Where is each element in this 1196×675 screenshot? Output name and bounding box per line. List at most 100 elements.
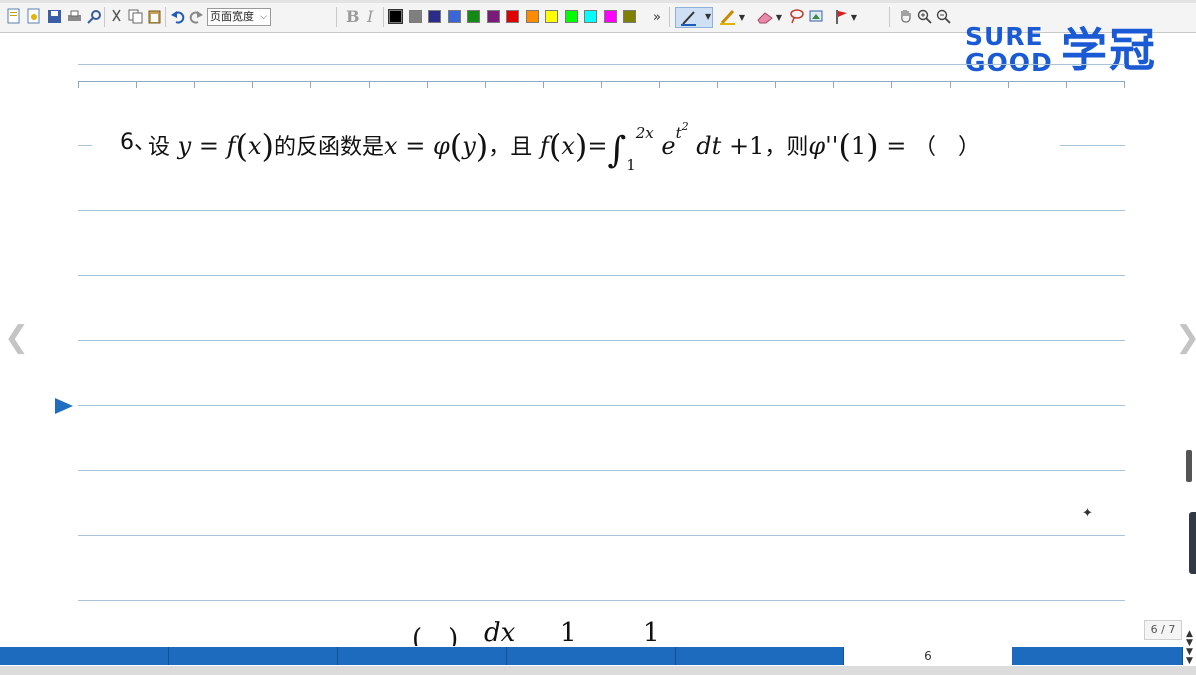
bold-button[interactable]: B	[346, 7, 360, 26]
color-swatch[interactable]	[545, 10, 558, 23]
chevron-down-icon: ▼	[850, 12, 858, 22]
color-swatch[interactable]	[467, 10, 480, 23]
scroll-controls[interactable]: ▲ ▼ ▼ ▼	[1183, 630, 1196, 666]
save-icon[interactable]	[46, 8, 62, 24]
eraser-tool-button[interactable]: ▼	[753, 8, 785, 26]
color-swatch[interactable]	[584, 10, 597, 23]
ruler-tick	[717, 82, 719, 88]
ruler-tick	[775, 82, 777, 88]
toolbar-overflow-button[interactable]: »	[653, 8, 661, 26]
cursor-crosshair-icon: ✦	[1082, 506, 1093, 521]
status-segment	[0, 647, 169, 665]
next-question-fragment: 1	[560, 618, 577, 648]
next-page-icon[interactable]: ❯	[1175, 320, 1196, 355]
color-swatch[interactable]	[623, 10, 636, 23]
status-segment	[676, 647, 844, 665]
status-segment	[169, 647, 338, 665]
lasso-icon[interactable]	[789, 8, 805, 24]
side-panel-tab[interactable]	[1189, 512, 1196, 574]
chevron-down-icon: ▼	[738, 12, 746, 22]
ruler-tick	[659, 82, 660, 88]
color-swatch[interactable]	[603, 10, 617, 23]
color-swatch[interactable]	[447, 10, 461, 23]
flag-tool-button[interactable]: ▼	[830, 8, 862, 26]
color-swatch[interactable]	[506, 10, 519, 23]
ruler-tick	[600, 82, 602, 88]
ruler-tick	[1065, 82, 1067, 88]
pen-tool-button[interactable]: ▼	[675, 7, 713, 28]
hand-pan-icon[interactable]	[897, 8, 913, 24]
italic-button[interactable]: I	[367, 7, 373, 26]
chevron-down-icon: ▼	[705, 12, 712, 21]
flag-icon	[836, 10, 847, 24]
toolbar-separator	[165, 7, 166, 27]
logo-sure-text: SURE	[965, 22, 1044, 51]
toolbar-separator	[383, 7, 384, 27]
print-icon[interactable]	[66, 8, 82, 24]
new-document-icon[interactable]	[6, 8, 22, 24]
ruled-line	[78, 600, 1125, 601]
ruler-tick	[136, 82, 138, 88]
eraser-icon	[757, 12, 773, 24]
page-ruler	[78, 81, 1125, 88]
ruler-tick	[1123, 82, 1125, 88]
window-top-edge	[0, 0, 1196, 3]
open-document-icon[interactable]	[26, 8, 42, 24]
ruled-line	[78, 340, 1125, 341]
highlighter-tool-button[interactable]: ▼	[716, 8, 748, 26]
toolbar-separator	[889, 7, 890, 27]
ruled-line	[78, 275, 1125, 276]
toolbar-separator	[104, 7, 105, 27]
ruler-tick	[542, 82, 544, 88]
ruled-line	[78, 405, 1125, 406]
ruler-tick	[1007, 82, 1009, 88]
ruled-line	[78, 535, 1125, 536]
toolbar-separator	[669, 7, 670, 27]
window-bottom-edge	[0, 666, 1196, 675]
question-6: 6、 设 y = f(x)的反函数是x = φ(y)，且 f(x)=∫12x e…	[118, 110, 1078, 174]
color-swatch[interactable]	[486, 10, 500, 23]
scrollbar-thumb[interactable]	[1186, 450, 1192, 482]
ruler-tick	[78, 82, 79, 88]
ruler-tick	[310, 82, 312, 88]
zoom-select[interactable]: 页面宽度 ⌵	[207, 8, 271, 26]
status-segment	[507, 647, 676, 665]
insert-image-icon[interactable]	[808, 8, 824, 24]
status-page-number: 6	[924, 649, 932, 663]
cut-icon[interactable]	[108, 8, 124, 24]
ruler-tick	[368, 82, 370, 88]
ruled-line	[78, 470, 1125, 471]
ruled-line-stub	[78, 145, 92, 146]
color-swatch[interactable]	[525, 10, 539, 23]
page-indicator: 6 / 7	[1144, 620, 1182, 640]
color-swatch[interactable]	[388, 9, 403, 24]
undo-icon[interactable]	[169, 8, 185, 24]
zoom-out-icon[interactable]	[935, 8, 951, 24]
next-question-fragment: 1	[643, 618, 660, 648]
status-segment	[1012, 647, 1183, 665]
copy-icon[interactable]	[127, 8, 143, 24]
zoom-in-icon[interactable]	[916, 8, 932, 24]
previous-page-icon[interactable]: ❮	[4, 320, 29, 355]
print-preview-icon[interactable]	[86, 8, 102, 24]
ruler-tick	[949, 82, 951, 88]
color-swatch[interactable]	[428, 10, 441, 23]
color-swatch[interactable]	[408, 10, 422, 23]
redo-icon[interactable]	[188, 8, 204, 24]
question-formula: 设 y = f(x)的反函数是x = φ(y)，且 f(x)=∫12x et2 …	[148, 120, 980, 174]
ruler-tick	[426, 82, 428, 88]
color-swatch[interactable]	[564, 10, 578, 23]
brand-logo: SURE GOOD 学冠	[963, 22, 1175, 77]
chevron-down-icon: ⌵	[260, 12, 267, 22]
ruled-line	[78, 210, 1125, 211]
ruler-tick	[194, 82, 196, 88]
pen-icon	[681, 11, 696, 26]
ruler-tick	[833, 82, 835, 88]
paste-icon[interactable]	[146, 8, 162, 24]
ruler-tick	[252, 82, 254, 88]
status-segment	[338, 647, 507, 665]
chevron-down-icon: ▼	[775, 12, 783, 22]
ruler-tick	[891, 82, 893, 88]
logo-good-text: GOOD	[965, 48, 1053, 77]
ruled-line	[78, 64, 1125, 65]
